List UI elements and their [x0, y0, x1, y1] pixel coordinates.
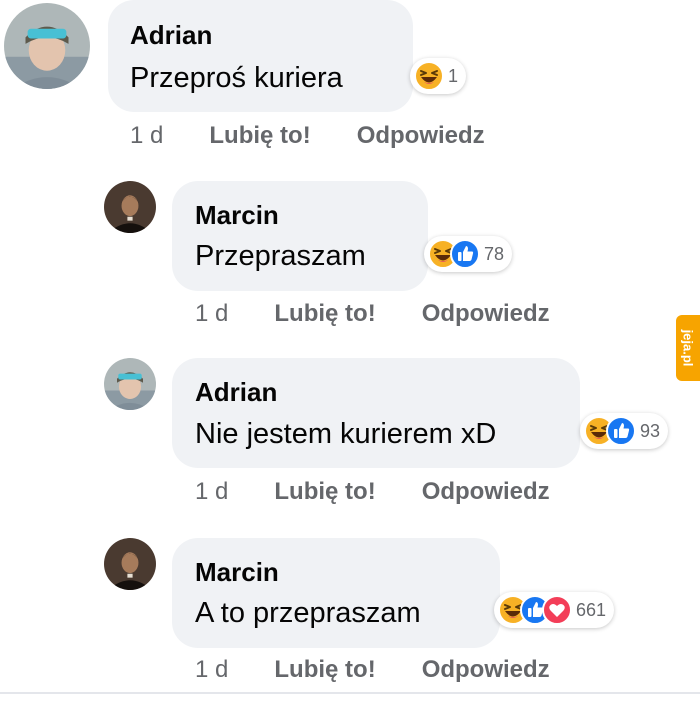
- reply-link[interactable]: Odpowiedz: [422, 656, 550, 684]
- reply-link[interactable]: Odpowiedz: [357, 122, 485, 150]
- comment-time[interactable]: 1 d: [130, 122, 163, 150]
- love-reaction-icon: [542, 595, 572, 625]
- reply-link[interactable]: Odpowiedz: [422, 300, 550, 328]
- comment-author[interactable]: Adrian: [195, 377, 277, 408]
- avatar[interactable]: [104, 358, 156, 410]
- comment-text: Przeproś kuriera: [130, 62, 343, 94]
- like-link[interactable]: Lubię to!: [274, 300, 375, 328]
- reaction-count: 661: [576, 599, 607, 620]
- comment-author[interactable]: Marcin: [195, 557, 279, 588]
- comment-actions: 1 d Lubię to! Odpowiedz: [195, 300, 550, 328]
- avatar[interactable]: [104, 538, 156, 590]
- comment-actions: 1 d Lubię to! Odpowiedz: [195, 656, 550, 684]
- avatar[interactable]: [104, 181, 156, 233]
- reactions-summary[interactable]: 661: [494, 592, 615, 628]
- comment-text: Przepraszam: [195, 240, 366, 272]
- comment-text: Nie jestem kurierem xD: [195, 418, 497, 450]
- comment-bubble: [172, 538, 500, 648]
- comment-time[interactable]: 1 d: [195, 478, 228, 506]
- watermark-text: jeja.pl: [680, 329, 696, 367]
- comment-text: A to przepraszam: [195, 597, 421, 629]
- reactions-summary[interactable]: 93: [580, 413, 669, 449]
- reaction-count: 93: [640, 420, 661, 441]
- comment-actions: 1 d Lubię to! Odpowiedz: [130, 122, 485, 150]
- comment-actions: 1 d Lubię to! Odpowiedz: [195, 478, 550, 506]
- comment-bubble: [172, 358, 580, 468]
- comment-time[interactable]: 1 d: [195, 300, 228, 328]
- watermark-tab: jeja.pl: [676, 315, 700, 381]
- avatar[interactable]: [4, 3, 90, 89]
- reactions-summary[interactable]: 78: [424, 236, 513, 272]
- divider: [0, 692, 700, 694]
- avatar-image: [104, 538, 156, 590]
- comment-time[interactable]: 1 d: [195, 656, 228, 684]
- avatar-image: [104, 358, 156, 410]
- like-reaction-icon: [606, 416, 636, 446]
- like-reaction-icon: [450, 239, 480, 269]
- haha-reaction-icon: [414, 61, 444, 91]
- like-link[interactable]: Lubię to!: [274, 656, 375, 684]
- comment-bubble: [172, 181, 428, 291]
- avatar-image: [104, 181, 156, 233]
- avatar-image: [4, 3, 90, 89]
- comment-author[interactable]: Adrian: [130, 20, 212, 51]
- reaction-count: 1: [448, 65, 459, 86]
- comment-bubble: [108, 0, 413, 112]
- like-link[interactable]: Lubię to!: [274, 478, 375, 506]
- reply-link[interactable]: Odpowiedz: [422, 478, 550, 506]
- reactions-summary[interactable]: 1: [410, 58, 467, 94]
- like-link[interactable]: Lubię to!: [209, 122, 310, 150]
- comment-author[interactable]: Marcin: [195, 200, 279, 231]
- reaction-count: 78: [484, 243, 505, 264]
